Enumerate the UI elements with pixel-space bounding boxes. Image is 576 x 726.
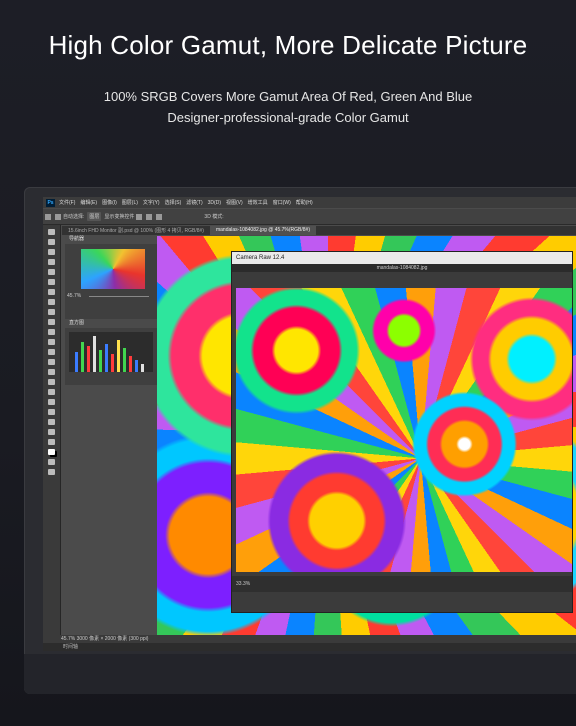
type-tool-icon[interactable]	[48, 389, 55, 395]
lasso-tool-icon[interactable]	[48, 249, 55, 255]
shape-tool-icon[interactable]	[48, 409, 55, 415]
navigator-panel-title[interactable]: 导航器	[65, 235, 157, 244]
eyedropper-icon[interactable]	[48, 289, 55, 295]
camera-raw-filename: mandalas-1084082.jpg	[232, 264, 572, 272]
camera-raw-zoom[interactable]: 33.3%	[236, 581, 250, 587]
options-bar: 自动选择: 图层 显示变换控件 3D 模式:	[43, 209, 576, 225]
status-bar: 45.7% 3000 像素 × 2000 像素 (300 ppi)	[43, 635, 576, 643]
side-panels: 导航器 45.7% 直方图	[65, 235, 157, 385]
layer-dropdown[interactable]: 图层	[87, 212, 102, 221]
history-brush-icon[interactable]	[48, 329, 55, 335]
navigator-thumbnail[interactable]	[81, 249, 145, 289]
timeline-tab[interactable]: 时间轴	[43, 643, 576, 651]
gradient-tool-icon[interactable]	[48, 349, 55, 355]
monitor: Ps 文件(F) 编辑(E) 图像(I) 图层(L) 文字(Y) 选择(S) 滤…	[24, 187, 576, 694]
menu-layer[interactable]: 图层(L)	[122, 199, 138, 206]
navigator-zoom-row: 45.7%	[67, 293, 155, 301]
monitor-screen: Ps 文件(F) 编辑(E) 图像(I) 图层(L) 文字(Y) 选择(S) 滤…	[43, 197, 576, 651]
subline-gamut: 100% SRGB Covers More Gamut Area Of Red,…	[103, 89, 473, 104]
align-icon[interactable]	[136, 213, 143, 220]
headline: High Color Gamut, More Delicate Picture	[48, 30, 528, 60]
menu-edit[interactable]: 编辑(E)	[80, 199, 97, 206]
menu-image[interactable]: 图像(I)	[102, 199, 117, 206]
camera-raw-dialog: Camera Raw 12.4 mandalas-1084082.jpg 33.…	[231, 251, 573, 613]
menu-filter[interactable]: 滤镜(T)	[186, 199, 202, 206]
brush-tool-icon[interactable]	[48, 309, 55, 315]
menu-help[interactable]: 帮助(H)	[296, 199, 313, 206]
tools-panel	[43, 225, 61, 635]
menu-window[interactable]: 窗口(W)	[273, 199, 291, 206]
quick-mask-icon[interactable]	[48, 459, 55, 465]
color-swatch-icon[interactable]	[48, 449, 55, 455]
path-select-icon[interactable]	[48, 399, 55, 405]
tab-mandalas-jpg[interactable]: mandalas-1084082.jpg @ 45.7%(RGB/8#)	[209, 226, 316, 235]
distribute-icon[interactable]	[156, 213, 163, 220]
align-icon[interactable]	[146, 213, 153, 220]
menu-select[interactable]: 选择(S)	[165, 199, 182, 206]
pen-tool-icon[interactable]	[48, 379, 55, 385]
photoshop-logo-icon: Ps	[46, 198, 55, 207]
menu-file[interactable]: 文件(F)	[59, 199, 75, 206]
camera-raw-title: Camera Raw 12.4	[232, 252, 572, 264]
subline-designer: Designer-professional-grade Color Gamut	[167, 110, 409, 125]
camera-raw-preview[interactable]	[236, 288, 572, 572]
menu-plugins[interactable]: 增效工具	[248, 199, 268, 206]
menu-type[interactable]: 文字(Y)	[143, 199, 160, 206]
blur-tool-icon[interactable]	[48, 359, 55, 365]
menu-bar: Ps 文件(F) 编辑(E) 图像(I) 图层(L) 文字(Y) 选择(S) 滤…	[43, 197, 576, 208]
more-tools-icon[interactable]	[48, 439, 55, 445]
healing-brush-icon[interactable]	[48, 299, 55, 305]
move-tool-icon[interactable]	[55, 213, 61, 220]
zoom-tool-icon[interactable]	[48, 429, 55, 435]
navigator-zoom-slider[interactable]	[89, 296, 149, 297]
home-icon[interactable]	[45, 213, 51, 220]
screen-mode-icon[interactable]	[48, 469, 55, 475]
menu-view[interactable]: 视图(V)	[226, 199, 243, 206]
tab-monitor-psd[interactable]: 15.6inch FHD Monitor 副.psd @ 100% (图形 4 …	[62, 226, 210, 235]
move-tool-icon[interactable]	[48, 229, 55, 235]
histogram-chart	[69, 332, 153, 372]
camera-raw-footer: 33.3%	[232, 576, 572, 592]
histogram-panel-title[interactable]: 直方图	[65, 319, 157, 328]
menu-3d[interactable]: 3D(D)	[208, 200, 221, 206]
frame-tool-icon[interactable]	[48, 279, 55, 285]
document-tabs: 15.6inch FHD Monitor 副.psd @ 100% (图形 4 …	[62, 226, 576, 235]
3d-mode-label: 3D 模式:	[204, 214, 224, 220]
show-transform-checkbox[interactable]: 显示变换控件	[104, 213, 134, 220]
auto-select-label[interactable]: 自动选择:	[63, 213, 84, 220]
monitor-bezel	[24, 654, 576, 694]
crop-tool-icon[interactable]	[48, 269, 55, 275]
stamp-tool-icon[interactable]	[48, 319, 55, 325]
hand-tool-icon[interactable]	[48, 419, 55, 425]
marquee-tool-icon[interactable]	[48, 239, 55, 245]
eraser-icon[interactable]	[48, 339, 55, 345]
magic-wand-icon[interactable]	[48, 259, 55, 265]
dodge-tool-icon[interactable]	[48, 369, 55, 375]
navigator-zoom-value[interactable]: 45.7%	[67, 293, 81, 299]
